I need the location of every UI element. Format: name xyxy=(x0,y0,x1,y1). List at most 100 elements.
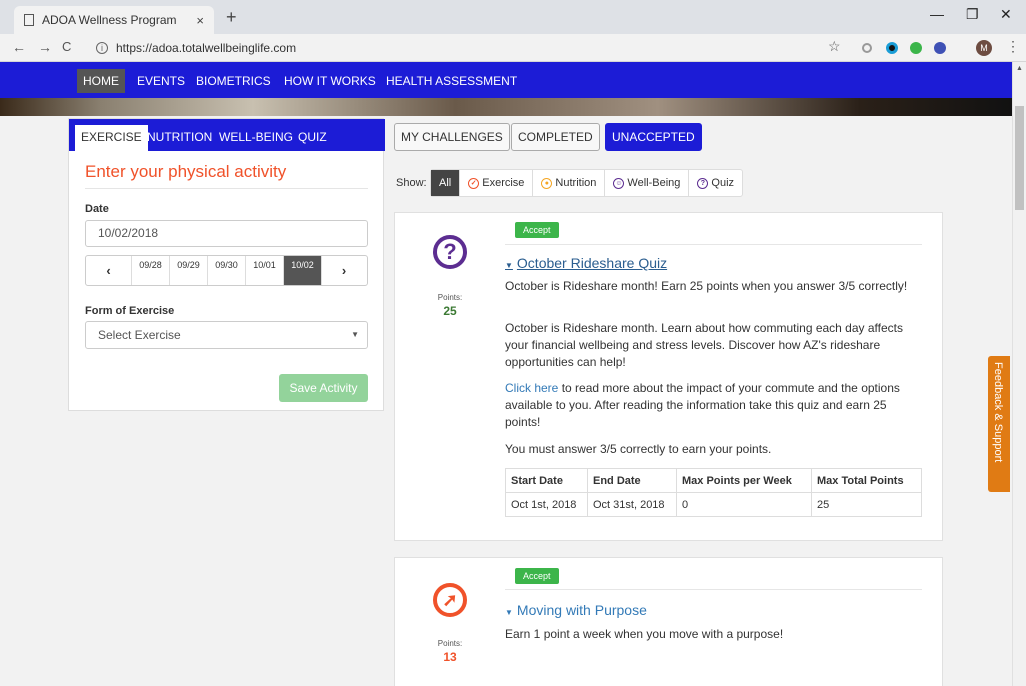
tab-well-being[interactable]: WELL-BEING xyxy=(213,125,299,151)
filter-quiz[interactable]: ? Quiz xyxy=(689,170,742,196)
activity-panel: EXERCISE NUTRITION WELL-BEING QUIZ Enter… xyxy=(68,118,385,411)
day-option[interactable]: 09/30 xyxy=(207,256,245,285)
new-tab-icon[interactable]: + xyxy=(226,7,237,28)
scroll-up-icon[interactable]: ▲ xyxy=(1016,65,1023,72)
table-header-row: Start Date End Date Max Points per Week … xyxy=(505,468,922,493)
feedback-label: Feedback & Support xyxy=(992,362,1004,463)
extension-icon[interactable] xyxy=(862,43,872,53)
running-person-icon: ➚ xyxy=(433,583,467,617)
page-scrollbar[interactable]: ▲ xyxy=(1012,62,1026,686)
filter-all[interactable]: All xyxy=(431,170,461,196)
tab-close-icon[interactable]: × xyxy=(196,13,204,28)
challenge-title: October Rideshare Quiz xyxy=(516,255,668,271)
show-label: Show: xyxy=(396,177,427,189)
running-person-icon: ✓ xyxy=(468,177,480,189)
site-nav: HOME EVENTS BIOMETRICS HOW IT WORKS HEAL… xyxy=(0,62,1012,98)
question-circle-icon: ? xyxy=(697,177,709,189)
points-value: 13 xyxy=(443,650,457,664)
prev-day-icon[interactable]: ‹ xyxy=(86,256,131,285)
url-input[interactable]: i https://adoa.totalwellbeinglife.com xyxy=(96,38,796,58)
filter-exercise[interactable]: ✓ Exercise xyxy=(460,170,534,196)
minimize-icon[interactable]: — xyxy=(930,6,944,22)
document-icon xyxy=(24,14,34,26)
filter-nutrition[interactable]: ● Nutrition xyxy=(533,170,606,196)
nutrition-icon: ● xyxy=(541,177,553,189)
challenge-requirement: You must answer 3/5 correctly to earn yo… xyxy=(505,442,772,456)
tab-exercise[interactable]: EXERCISE xyxy=(75,125,148,151)
challenge-title-link[interactable]: ▼ Moving with Purpose xyxy=(505,602,647,618)
panel-heading: Enter your physical activity xyxy=(85,162,368,189)
unaccepted-button[interactable]: UNACCEPTED xyxy=(605,123,702,151)
scrollbar-thumb[interactable] xyxy=(1015,106,1024,210)
click-here-link[interactable]: Click here xyxy=(505,381,558,395)
accept-button[interactable]: Accept xyxy=(515,568,559,584)
nav-health-assessment[interactable]: HEALTH ASSESSMENT xyxy=(380,69,523,93)
challenge-description: October is Rideshare month. Learn about … xyxy=(505,321,903,369)
day-option[interactable]: 09/29 xyxy=(169,256,207,285)
date-label: Date xyxy=(85,203,109,215)
caret-down-icon: ▼ xyxy=(505,608,513,617)
info-icon[interactable]: i xyxy=(96,42,108,54)
challenge-summary: Earn 1 point a week when you move with a… xyxy=(505,627,784,641)
filter-well-being[interactable]: ☺ Well-Being xyxy=(605,170,690,196)
feedback-support-tab[interactable]: Feedback & Support xyxy=(988,356,1010,492)
exercise-select[interactable]: Select Exercise ▼ xyxy=(85,321,368,349)
table-cell: Oct 1st, 2018 xyxy=(505,492,588,517)
table-cell: 25 xyxy=(811,492,922,517)
nav-biometrics[interactable]: BIOMETRICS xyxy=(190,69,277,93)
details-text: to read more about the impact of your co… xyxy=(505,381,900,429)
challenge-summary: October is Rideshare month! Earn 25 poin… xyxy=(505,279,908,293)
bookmark-star-icon[interactable]: ☆ xyxy=(828,38,841,55)
save-activity-button[interactable]: Save Activity xyxy=(279,374,368,402)
nav-how-it-works[interactable]: HOW IT WORKS xyxy=(278,69,382,93)
challenge-title-link[interactable]: ▼ October Rideshare Quiz xyxy=(505,255,667,271)
tab-title: ADOA Wellness Program xyxy=(42,13,177,27)
avatar[interactable]: M xyxy=(976,40,992,56)
maximize-icon[interactable]: ❐ xyxy=(966,6,979,23)
day-option[interactable]: 10/01 xyxy=(245,256,283,285)
well-being-icon: ☺ xyxy=(613,177,625,189)
challenge-info-table: Start Date End Date Max Points per Week … xyxy=(505,468,922,517)
tab-quiz[interactable]: QUIZ xyxy=(292,125,333,151)
filter-well-being-label: Well-Being xyxy=(627,177,681,189)
filter-nutrition-label: Nutrition xyxy=(555,177,597,189)
completed-button[interactable]: COMPLETED xyxy=(511,123,600,151)
menu-dots-icon[interactable]: ⋮ xyxy=(1006,38,1020,55)
accept-button[interactable]: Accept xyxy=(515,222,559,238)
caret-down-icon: ▼ xyxy=(505,261,513,270)
question-circle-icon: ? xyxy=(433,235,467,269)
form-of-exercise-label: Form of Exercise xyxy=(85,305,175,317)
extension-icon[interactable] xyxy=(886,42,898,54)
nav-events[interactable]: EVENTS xyxy=(131,69,191,93)
nav-home[interactable]: HOME xyxy=(77,69,125,93)
my-challenges-button[interactable]: MY CHALLENGES xyxy=(394,123,510,151)
extension-icon[interactable] xyxy=(910,42,922,54)
forward-icon[interactable]: → xyxy=(38,39,52,55)
date-input[interactable]: 10/02/2018 xyxy=(85,220,368,247)
divider xyxy=(505,244,922,245)
table-header: Max Total Points xyxy=(811,468,922,493)
exercise-select-value: Select Exercise xyxy=(98,328,181,342)
close-window-icon[interactable]: ✕ xyxy=(1000,6,1012,23)
table-cell: 0 xyxy=(676,492,812,517)
divider xyxy=(505,589,922,590)
browser-tab[interactable]: ADOA Wellness Program × xyxy=(14,6,214,34)
points-label: Points: xyxy=(437,293,463,302)
address-bar: ← → C i https://adoa.totalwellbeinglife.… xyxy=(0,34,1026,62)
points-value: 25 xyxy=(443,304,457,318)
caret-down-icon: ▼ xyxy=(351,330,359,339)
filter-bar: All ✓ Exercise ● Nutrition ☺ Well-Being … xyxy=(430,169,744,197)
back-icon[interactable]: ← xyxy=(12,39,26,55)
table-header: End Date xyxy=(587,468,677,493)
next-day-icon[interactable]: › xyxy=(321,256,366,285)
banner-image xyxy=(0,98,1012,116)
extension-icon[interactable] xyxy=(934,42,946,54)
tab-nutrition[interactable]: NUTRITION xyxy=(141,125,218,151)
day-option[interactable]: 09/28 xyxy=(131,256,169,285)
challenge-card: Accept ➚ Points: 13 ▼ Moving with Purpose… xyxy=(394,557,943,686)
date-picker: ‹ 09/28 09/29 09/30 10/01 10/02 › xyxy=(85,255,368,286)
reload-icon[interactable]: C xyxy=(62,39,71,54)
challenge-details: Click here to read more about the impact… xyxy=(505,380,925,431)
day-option-selected[interactable]: 10/02 xyxy=(283,256,321,285)
table-header: Start Date xyxy=(505,468,588,493)
